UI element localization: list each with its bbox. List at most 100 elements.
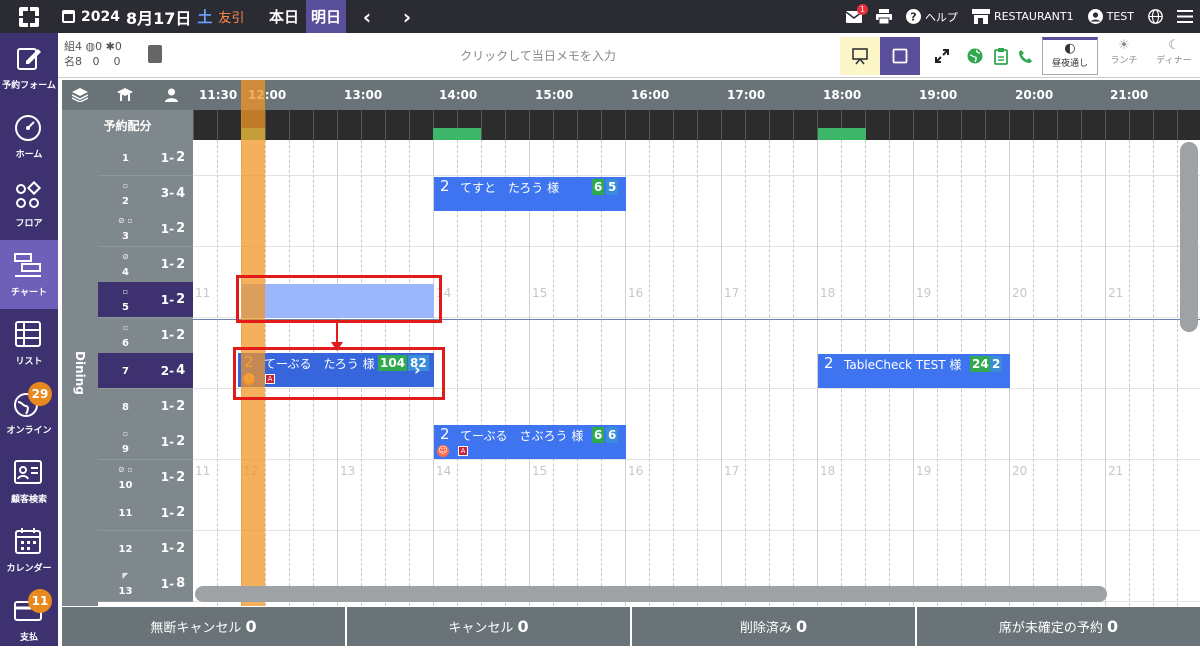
allocation-bar[interactable] — [193, 110, 1200, 140]
table-capacity-cell: 2-4 — [153, 353, 193, 389]
deleted-count: 0 — [795, 617, 808, 636]
table-name-cell[interactable]: 11 — [98, 495, 153, 531]
arrow-shaft — [336, 322, 338, 344]
table-name-cell[interactable]: ⊘ ▫ 3 — [98, 211, 153, 247]
print-button[interactable] — [869, 0, 899, 33]
reservation-course-count: 24 — [970, 356, 991, 372]
view-toggle-square[interactable] — [880, 37, 920, 75]
vertical-scrollbar[interactable] — [1180, 142, 1198, 332]
layers-icon[interactable] — [62, 80, 98, 110]
unassigned-button[interactable]: 席が未確定の予約 0 — [917, 607, 1200, 646]
clipboard-filter-button[interactable] — [990, 37, 1012, 75]
table-name-cell[interactable]: 12 — [98, 530, 153, 567]
meal-all-day-tab[interactable]: ◐ 昼夜通し — [1042, 37, 1098, 75]
capacity-dash: - — [169, 434, 175, 449]
table-name-cell[interactable]: 8 — [98, 388, 153, 425]
main-menu-button[interactable] — [1170, 0, 1200, 33]
online-filter-button[interactable] — [964, 37, 986, 75]
help-button[interactable]: ? ヘルプ — [899, 0, 965, 33]
table-number: 5 — [122, 302, 129, 313]
sidebar-item-chart[interactable]: チャート — [0, 240, 58, 309]
table-name-cell[interactable]: ▫ 9 — [98, 424, 153, 460]
grid-line — [793, 140, 794, 606]
daily-memo-input[interactable]: クリックして当日メモを入力 — [358, 47, 718, 64]
half-circle-icon: ◐ — [1064, 41, 1076, 56]
capacity-dash: - — [169, 221, 175, 236]
meal-dinner-tab[interactable]: ☾ ディナー — [1152, 37, 1196, 75]
view-toggle-presentation[interactable] — [840, 37, 880, 75]
grid-line — [1105, 140, 1106, 606]
table-number: 12 — [118, 543, 133, 555]
today-button[interactable]: 本日 — [262, 0, 306, 33]
top-bar: 2024 8月17日 土 友引 本日 明日 ‹ › 1 ? ヘルプ RESTAU… — [0, 0, 1200, 33]
expand-button[interactable] — [922, 37, 962, 75]
table-number: 9 — [122, 444, 129, 455]
table-name-cell[interactable]: 7 — [98, 353, 153, 389]
allocation-cell-divider — [961, 110, 962, 140]
table-name-cell[interactable]: ▫ 2 — [98, 175, 153, 212]
hour-watermark: 21 — [1108, 463, 1124, 478]
hour-watermark: 20 — [1012, 463, 1028, 478]
walkin-icon: ✱ — [105, 40, 115, 53]
mail-button[interactable]: 1 — [839, 0, 869, 33]
user-name: TEST — [1106, 10, 1134, 23]
people-label: 名 — [64, 55, 75, 68]
year: 2024 — [81, 8, 120, 25]
date-display[interactable]: 2024 8月17日 土 友引 — [62, 0, 244, 33]
meal-lunch-tab[interactable]: ☀ ランチ — [1102, 37, 1146, 75]
horizontal-scrollbar[interactable] — [195, 586, 1107, 602]
reservation-block[interactable]: 2 てーぶる さぶろう 様 6 6 ☺ A — [434, 425, 626, 459]
walkin-people: 0 — [113, 55, 121, 68]
memo-icon[interactable] — [148, 45, 162, 63]
allocation-cell-divider — [1081, 110, 1082, 140]
cancel-button[interactable]: キャンセル 0 — [347, 607, 632, 646]
sidebar-item-online[interactable]: 29 オンライン — [0, 378, 58, 447]
unassigned-label: 席が未確定の予約 — [998, 621, 1103, 636]
people-count: 8 — [75, 55, 82, 68]
sidebar-item-floor[interactable]: フロア — [0, 171, 58, 240]
hour-watermark: 21 — [1108, 286, 1124, 300]
table-name-cell[interactable]: ▫ 5 — [98, 282, 153, 318]
reservation-block[interactable]: 2 てすと たろう 様 6 5 — [434, 177, 626, 211]
deleted-button[interactable]: 削除済み 0 — [632, 607, 917, 646]
capacity-sort-icon[interactable] — [153, 80, 189, 110]
reservation-block[interactable]: 2 TableCheck TEST 様 24 2 — [818, 354, 1010, 388]
capacity-min: 2 — [160, 363, 170, 378]
no-show-button[interactable]: 無断キャンセル 0 — [62, 607, 347, 646]
phone-filter-button[interactable] — [1014, 37, 1036, 75]
table-name-cell[interactable]: ▫ 6 — [98, 317, 153, 354]
sidebar-item-reservation-form[interactable]: 予約フォーム — [0, 33, 58, 102]
hour-watermark: 19 — [916, 286, 932, 300]
user-menu[interactable]: TEST — [1081, 0, 1141, 33]
app-logo-icon[interactable] — [0, 0, 58, 33]
table-capacity-cell: 1-8 — [153, 566, 193, 602]
sidebar-item-list[interactable]: リスト — [0, 309, 58, 378]
sidebar-item-customer-search[interactable]: 顧客検索 — [0, 447, 58, 516]
square-icon — [892, 48, 908, 64]
capacity-max: 2 — [176, 256, 186, 272]
reservation-visit-count: 6 — [606, 427, 619, 443]
sidebar: 予約フォーム ホーム フロア チャート リスト 29 オンライン 顧客検索 カレ… — [0, 33, 58, 646]
table-name-cell[interactable]: ⊘ ▫ 10 — [98, 459, 153, 496]
sidebar-item-home[interactable]: ホーム — [0, 102, 58, 171]
sidebar-item-label: 予約フォーム — [2, 81, 56, 91]
hour-watermark: 14 — [436, 463, 452, 478]
grid-line — [1057, 140, 1058, 606]
next-day-button[interactable]: › — [392, 0, 422, 33]
sidebar-item-payment[interactable]: 11 支払 — [0, 585, 58, 654]
sidebar-item-calendar[interactable]: カレンダー — [0, 516, 58, 585]
reservation-name: TableCheck TEST 様 — [844, 358, 962, 372]
hour-watermark: 13 — [340, 463, 356, 478]
capacity-max: 2 — [176, 505, 186, 520]
table-name-cell[interactable]: 1 — [98, 140, 153, 176]
language-button[interactable] — [1141, 0, 1170, 33]
table-sort-icon[interactable] — [107, 80, 143, 110]
deleted-label: 削除済み — [739, 621, 792, 636]
allocation-cell-divider — [937, 110, 938, 140]
reservation-pax: 2 — [440, 425, 450, 443]
table-name-cell[interactable]: ⊘ 4 — [98, 246, 153, 283]
prev-day-button[interactable]: ‹ — [352, 0, 382, 33]
tomorrow-button[interactable]: 明日 — [306, 0, 346, 33]
table-name-cell[interactable]: ◤ 13 — [98, 566, 153, 602]
restaurant-selector[interactable]: RESTAURANT1 — [965, 0, 1081, 33]
